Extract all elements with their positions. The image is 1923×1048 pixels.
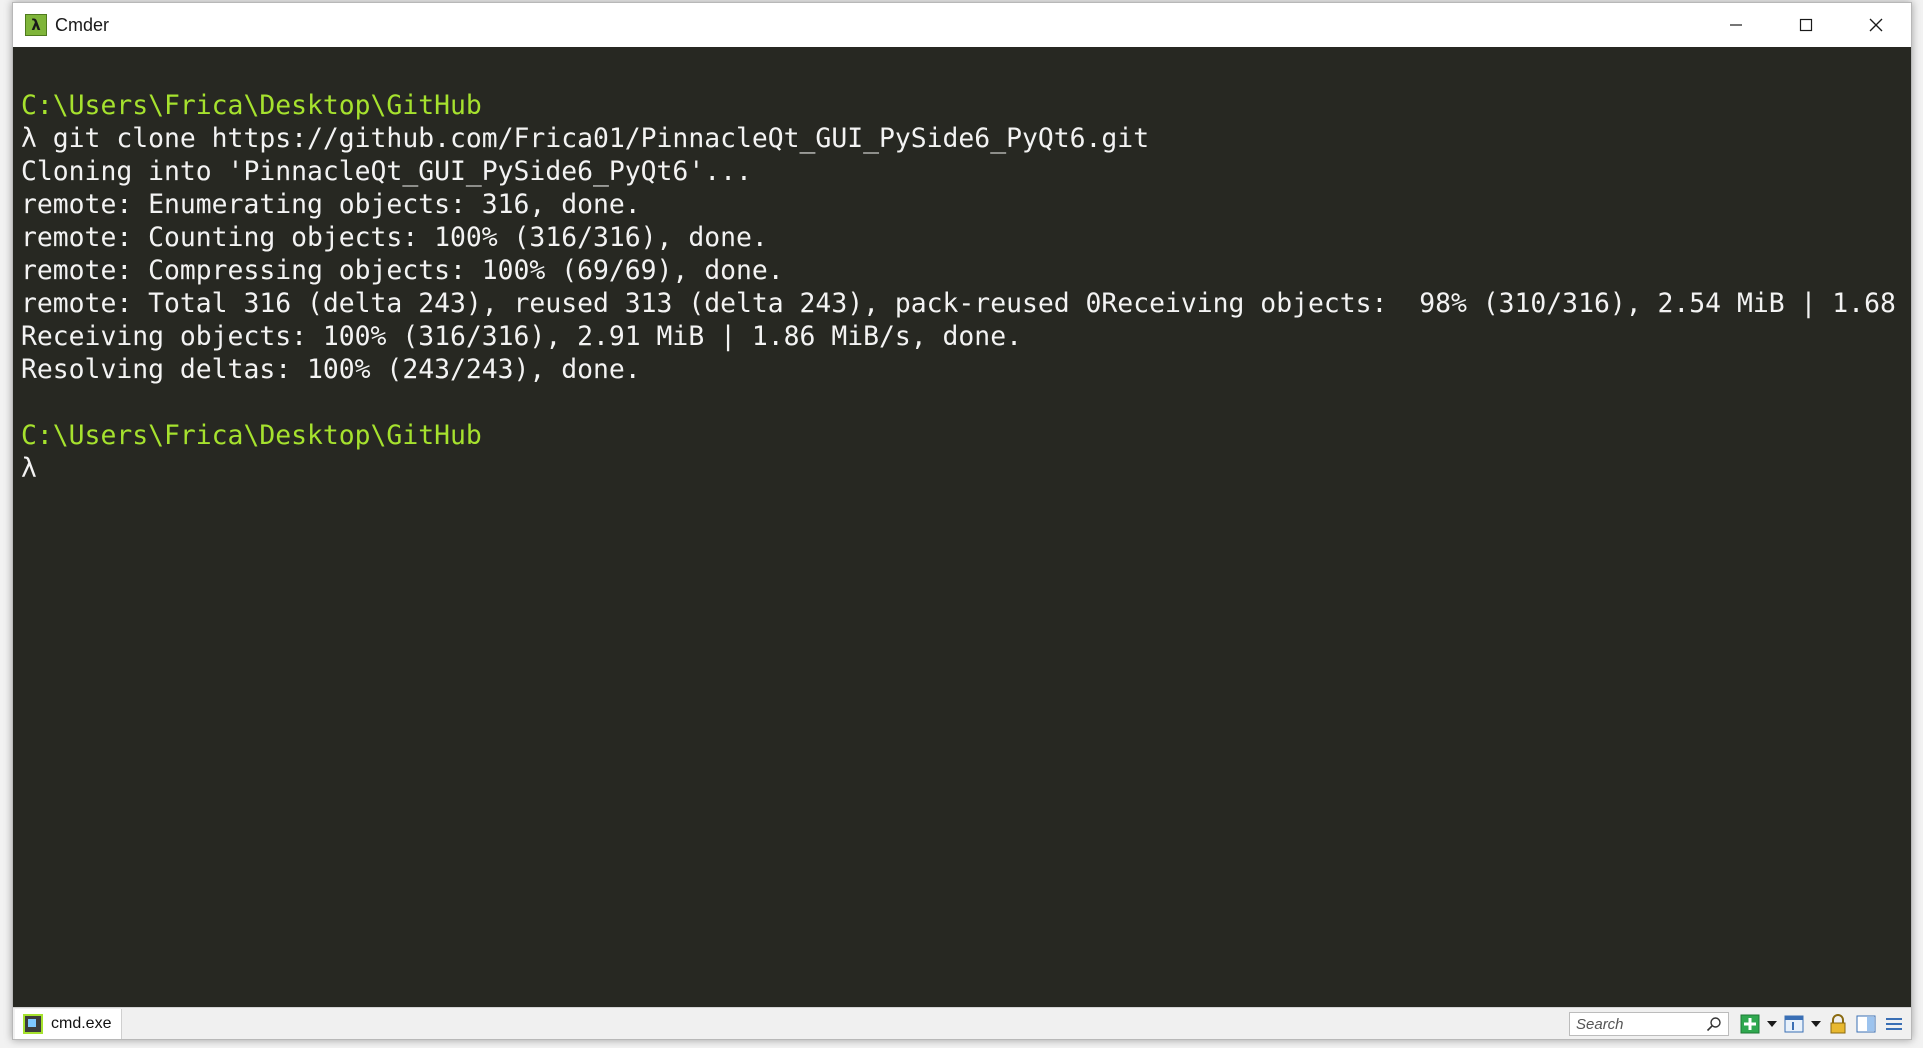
new-console-button[interactable] <box>1739 1013 1761 1035</box>
output-line: Receiving objects: 100% (316/316), 2.91 … <box>21 321 1022 352</box>
output-line: Resolving deltas: 100% (243/243), done. <box>21 354 641 385</box>
maximize-icon <box>1799 18 1813 32</box>
prompt-path-line: C:\Users\Frica\Desktop\GitHub <box>21 90 482 121</box>
layout-icon <box>1856 1015 1876 1033</box>
menu-button[interactable] <box>1883 1013 1905 1035</box>
split-view-dropdown[interactable] <box>1811 1013 1821 1035</box>
status-bar: cmd.exe <box>13 1007 1911 1039</box>
split-view-dropdown-icon <box>1811 1021 1821 1027</box>
output-line: remote: Compressing objects: 100% (69/69… <box>21 255 784 286</box>
console-tab-label: cmd.exe <box>51 1014 112 1032</box>
output-line: remote: Total 316 (delta 243), reused 31… <box>21 288 1911 319</box>
search-input[interactable] <box>1576 1015 1706 1033</box>
split-view-icon <box>1784 1015 1804 1033</box>
prompt-path-line: C:\Users\Frica\Desktop\GitHub <box>21 420 482 451</box>
maximize-button[interactable] <box>1771 3 1841 47</box>
console-tab-cmd[interactable]: cmd.exe <box>15 1008 123 1039</box>
window-controls <box>1701 3 1911 47</box>
console-output[interactable]: C:\Users\Frica\Desktop\GitHub λ git clone… <box>13 47 1911 1009</box>
close-button[interactable] <box>1841 3 1911 47</box>
status-toolbar <box>1569 1008 1905 1040</box>
new-console-dropdown-icon <box>1767 1021 1777 1027</box>
split-view-button[interactable] <box>1783 1013 1805 1035</box>
minimize-button[interactable] <box>1701 3 1771 47</box>
layout-button[interactable] <box>1855 1013 1877 1035</box>
menu-icon <box>1886 1018 1902 1030</box>
cmder-lambda-icon[interactable]: λ <box>25 14 47 36</box>
search-box[interactable] <box>1569 1012 1729 1036</box>
command-line: λ <box>21 453 37 484</box>
window-title: Cmder <box>55 14 110 35</box>
search-icon[interactable] <box>1706 1016 1722 1032</box>
cmder-window: λ Cmder C:\Users\Frica\Desktop\GitHub λ … <box>12 2 1912 1040</box>
output-line: Cloning into 'PinnacleQt_GUI_PySide6_PyQ… <box>21 156 752 187</box>
lock-button[interactable] <box>1827 1013 1849 1035</box>
command-line: λ git clone https://github.com/Frica01/P… <box>21 123 1150 154</box>
lock-icon <box>1830 1014 1846 1034</box>
output-line: remote: Counting objects: 100% (316/316)… <box>21 222 768 253</box>
new-console-dropdown[interactable] <box>1767 1013 1777 1035</box>
minimize-icon <box>1730 24 1742 26</box>
close-icon <box>1869 18 1883 32</box>
title-bar[interactable]: λ Cmder <box>13 3 1911 47</box>
output-line: remote: Enumerating objects: 316, done. <box>21 189 641 220</box>
new-console-icon <box>1740 1014 1760 1034</box>
console-tab-icon <box>23 1013 43 1034</box>
